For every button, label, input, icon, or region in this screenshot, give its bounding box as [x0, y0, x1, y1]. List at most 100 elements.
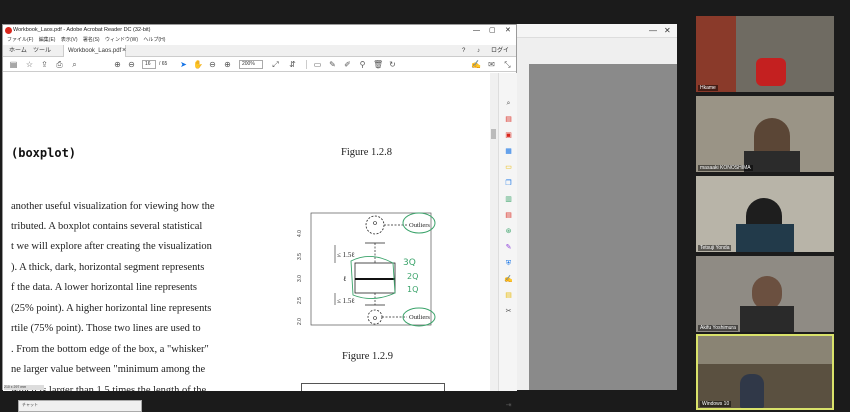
participant-name: Hkame [698, 85, 718, 91]
compress-icon[interactable]: ⊛ [504, 227, 513, 236]
person-shoulders [740, 306, 794, 332]
y-tick-label: 3.0 [297, 275, 303, 282]
participant-name: masaaki KONOSHIMA [698, 165, 753, 171]
menu-help[interactable]: ヘルプ(H) [143, 37, 165, 43]
hand-tool-icon[interactable]: ✋ [193, 60, 203, 69]
zoom-in-icon[interactable]: ⊕ [223, 60, 232, 69]
zoom-out-icon[interactable]: ⊖ [208, 60, 217, 69]
bookmark-star-icon[interactable]: ☆ [25, 60, 34, 69]
body-line-7: rtile (75% point). Those two lines are u… [11, 323, 201, 334]
section-heading: (boxplot) [11, 146, 77, 160]
next-figure-frame [301, 383, 445, 391]
bookshelf [696, 16, 736, 92]
print-icon[interactable]: ⎙ [55, 60, 64, 69]
menu-window[interactable]: ウィンドウ(W) [105, 37, 138, 43]
tab-tools[interactable]: ツール [29, 45, 55, 57]
toolbar-divider [306, 60, 307, 69]
collapse-panel-icon[interactable]: ⇥ [504, 401, 513, 410]
whisker-label-upper: ≤ 1.5ℓ [337, 251, 355, 259]
page-up-icon[interactable]: ⊕ [113, 60, 122, 69]
person-silhouette [740, 374, 764, 408]
maximize-icon[interactable]: ▢ [489, 25, 496, 36]
minimize-icon[interactable]: — [649, 26, 657, 35]
organize-pages-icon[interactable]: ▥ [504, 195, 513, 204]
mail-icon[interactable]: ✉ [487, 60, 496, 69]
delete-icon[interactable]: 🗑 [373, 60, 383, 69]
bell-icon[interactable]: ♪ [473, 45, 484, 57]
body-line-4: ). A thick, dark, horizontal segment rep… [11, 262, 205, 273]
body-line-6: (25% point). A higher horizontal line re… [11, 303, 212, 314]
body-line-3: t we will explore after creating the vis… [11, 241, 212, 252]
stamp-icon[interactable]: ⚲ [358, 60, 367, 69]
scroll-mode-icon[interactable]: ⇵ [288, 60, 297, 69]
zoom-icon[interactable]: ⌕ [504, 99, 513, 108]
export-pdf-icon[interactable]: ▤ [504, 115, 513, 124]
menu-sign[interactable]: 署名(S) [83, 37, 100, 43]
body-line-2: tributed. A boxplot contains several sta… [11, 221, 203, 232]
minimize-icon[interactable]: — [473, 25, 480, 36]
upload-icon[interactable]: ⇪ [40, 60, 49, 69]
video-tile[interactable]: masaaki KONOSHIMA [696, 96, 834, 172]
close-icon[interactable]: ✕ [664, 26, 671, 35]
outlier-circle-top [365, 215, 385, 235]
vertical-scrollbar[interactable] [490, 73, 498, 391]
body-line-10: which is larger than 1.5 times the lengt… [11, 385, 207, 391]
whisker-label-lower: ≤ 1.5ℓ [337, 297, 355, 305]
help-icon[interactable]: ? [458, 45, 469, 57]
y-tick-label: 2.5 [297, 297, 303, 304]
menu-file[interactable]: ファイル(F) [7, 37, 33, 43]
scrollbar-thumb[interactable] [491, 129, 496, 139]
figure-caption-1: Figure 1.2.8 [341, 147, 393, 158]
redact-icon[interactable]: ▤ [504, 211, 513, 220]
body-line-9: ne larger value between "minimum among t… [11, 364, 206, 375]
acrobat-titlebar: Workbook_Laos.pdf - Adobe Acrobat Reader… [3, 25, 516, 36]
red-chair [756, 58, 786, 86]
comment-tool-icon[interactable]: ▭ [504, 163, 513, 172]
select-tool-icon[interactable]: ➤ [179, 60, 188, 69]
tab-home[interactable]: ホーム [5, 45, 31, 57]
y-tick-label: 2.0 [297, 318, 303, 325]
tools-panel: ⌕ ▤ ▣ ▦ ▭ ❐ ▥ ▤ ⊛ ✎ ⛨ ✍ ▤ ✂ ⇥ [498, 73, 517, 409]
desktop: — ✕ Workbook_Laos.pdf - Adobe Acrobat Re… [0, 0, 850, 412]
menu-edit[interactable]: 編集(E) [39, 37, 56, 43]
expand-icon[interactable]: ⤡ [503, 60, 512, 69]
person-silhouette [752, 276, 782, 310]
video-tile[interactable]: Hkame [696, 16, 834, 92]
handwritten-q1: 1Q [407, 285, 418, 294]
rotate-icon[interactable]: ↻ [388, 60, 397, 69]
login-link[interactable]: ログイン [487, 45, 516, 66]
more-tools-icon[interactable]: ✂ [504, 307, 513, 316]
fit-page-icon[interactable]: ⤢ [271, 60, 280, 69]
y-tick-label: 3.5 [297, 253, 303, 260]
acrobat-window: Workbook_Laos.pdf - Adobe Acrobat Reader… [2, 24, 517, 409]
outlier-point [373, 316, 377, 320]
pen-icon[interactable]: ✎ [328, 60, 337, 69]
tab-document[interactable]: Workbook_Laos.pdf [63, 45, 127, 57]
zoom-select[interactable]: 200% [239, 60, 263, 69]
participant-name: Akifu Yoshimura [698, 325, 738, 331]
video-tile[interactable]: Tetsuji Yonda [696, 176, 834, 252]
fill-sign-icon[interactable]: ✎ [504, 243, 513, 252]
protect-icon[interactable]: ⛨ [504, 259, 513, 268]
outliers-label-bottom: Outliers [409, 314, 430, 321]
chat-window-preview[interactable]: チャット [18, 400, 142, 412]
sign-icon[interactable]: ✍ [471, 60, 481, 69]
video-tile[interactable]: Akifu Yoshimura [696, 256, 834, 332]
edit-pdf-icon[interactable]: ▦ [504, 147, 513, 156]
create-pdf-icon[interactable]: ▣ [504, 131, 513, 140]
toolbar: ▤ ☆ ⇪ ⎙ ⌕ ⊕ ⊖ 16 / 65 ➤ ✋ ⊖ ⊕ 200% ⤢ ⇵ ▭… [3, 57, 516, 72]
menu-view[interactable]: 表示(V) [61, 37, 78, 43]
page-number-input[interactable]: 16 [142, 60, 156, 69]
video-tile-active-speaker[interactable]: Windows 10 [696, 334, 834, 410]
acrobat-logo-icon [5, 27, 12, 34]
highlight-icon[interactable]: ✐ [343, 60, 352, 69]
create-pdf-icon[interactable]: ▤ [9, 60, 18, 69]
search-icon[interactable]: ⌕ [70, 60, 79, 69]
tab-close-icon[interactable]: × [118, 45, 130, 57]
combine-files-icon[interactable]: ❐ [504, 179, 513, 188]
send-sign-icon[interactable]: ✍ [504, 275, 513, 284]
share-icon[interactable]: ▤ [504, 291, 513, 300]
comment-icon[interactable]: ▭ [313, 60, 322, 69]
close-icon[interactable]: ✕ [505, 25, 511, 36]
page-down-icon[interactable]: ⊖ [127, 60, 136, 69]
